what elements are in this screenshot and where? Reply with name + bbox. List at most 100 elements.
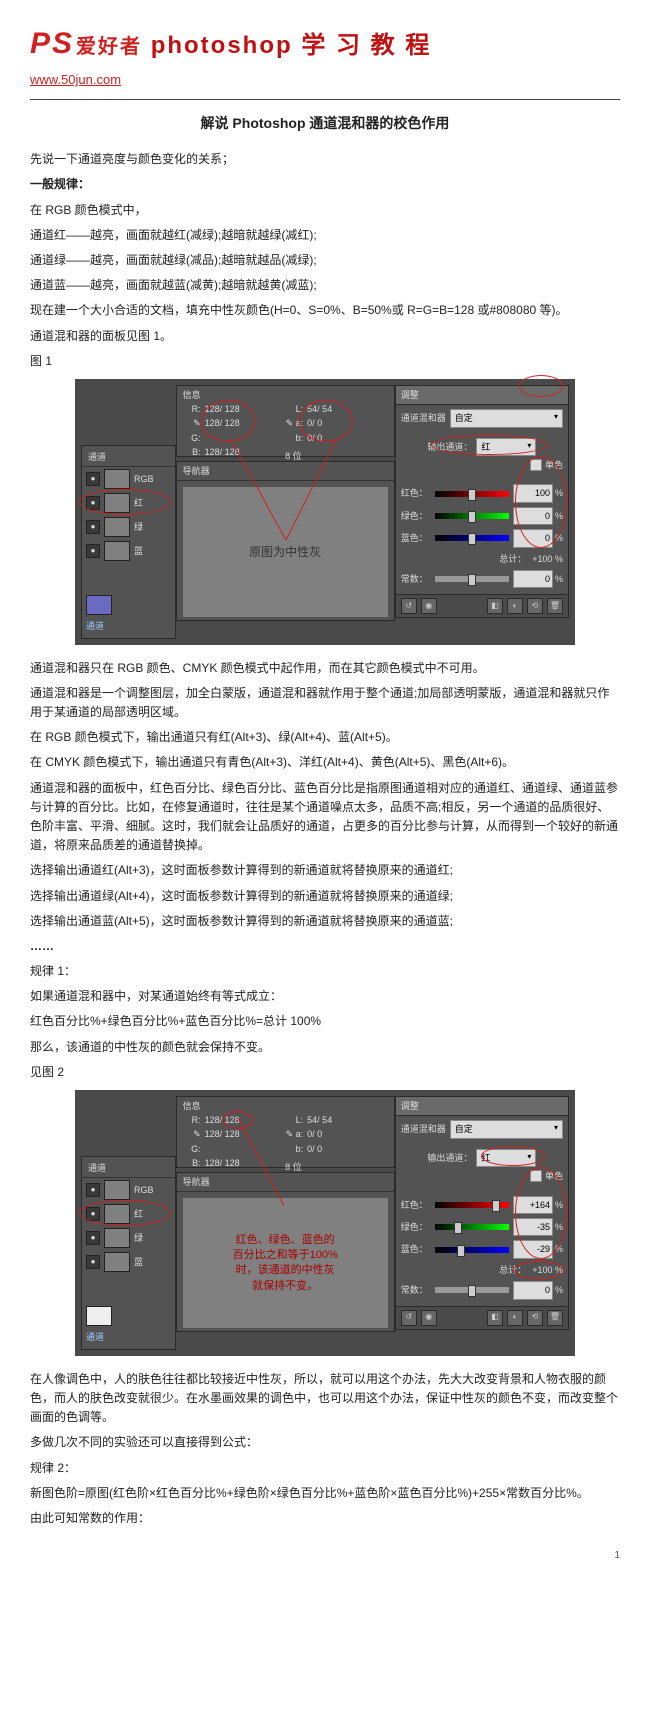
eye-icon[interactable]: ● bbox=[86, 1207, 100, 1221]
prev-icon[interactable]: ◐ bbox=[507, 598, 523, 614]
channel-label-green: 绿 bbox=[134, 520, 143, 534]
body-p5: 通道蓝——越亮，画面就越蓝(减黄);越暗就越黄(减蓝); bbox=[30, 276, 620, 295]
reset2-icon[interactable]: ⟲ bbox=[527, 598, 543, 614]
article-title: 解说 Photoshop 通道混和器的校色作用 bbox=[30, 112, 620, 134]
site-url[interactable]: www.50jun.com bbox=[30, 70, 620, 91]
af1-11: 红色百分比%+绿色百分比%+蓝色百分比%=总计 100% bbox=[30, 1012, 620, 1031]
af1-12: 那么，该通道的中性灰的颜色就会保持不变。 bbox=[30, 1038, 620, 1057]
reset2-icon[interactable]: ⟲ bbox=[527, 1310, 543, 1326]
slider-green[interactable]: 绿色： 0% bbox=[401, 507, 563, 525]
channel-swatch bbox=[104, 469, 130, 489]
info-panel: 信息 R:128/ 128 ✎ G:128/ 128 B:128/ 128 8 … bbox=[176, 1096, 395, 1168]
af1-7: 选择输出通道蓝(Alt+5)，这时面板参数计算得到的新通道就将替换原来的通道蓝; bbox=[30, 912, 620, 931]
af2-1: 多做几次不同的实验还可以直接得到公式： bbox=[30, 1433, 620, 1452]
af1-1: 通道混和器是一个调整图层，加全白蒙版，通道混和器就作用于整个通道;加局部透明蒙版… bbox=[30, 684, 620, 722]
nav-title[interactable]: 导航器 bbox=[177, 462, 394, 481]
slider-blue[interactable]: 蓝色： 0% bbox=[401, 529, 563, 547]
af1-10: 如果通道混和器中，对某通道始终有等式成立： bbox=[30, 987, 620, 1006]
slider-const[interactable]: 常数： 0% bbox=[401, 1281, 563, 1299]
body-p0: 先说一下通道亮度与颜色变化的关系； bbox=[30, 150, 620, 169]
eye-icon[interactable]: ● bbox=[86, 472, 100, 486]
total-value: +100 % bbox=[532, 552, 563, 566]
slider-blue[interactable]: 蓝色： -29% bbox=[401, 1240, 563, 1258]
figure-2: 通道 ● RGB ● 红 ● 绿 ● 蓝 bbox=[75, 1090, 575, 1356]
output-channel-label: 输出通道： bbox=[427, 440, 472, 454]
slider-const[interactable]: 常数： 0% bbox=[401, 570, 563, 588]
channel-swatch bbox=[104, 541, 130, 561]
preset-dropdown[interactable]: 自定 bbox=[450, 409, 563, 427]
channel-swatch bbox=[104, 1228, 130, 1248]
channel-label-red: 红 bbox=[134, 496, 143, 510]
channel-swatch bbox=[104, 493, 130, 513]
delete-icon[interactable]: 🗑 bbox=[547, 1310, 563, 1326]
channel-row-red[interactable]: ● 红 bbox=[82, 491, 175, 515]
nav-text: 原图为中性灰 bbox=[249, 543, 321, 562]
figure-1: 通道 ● RGB ● 红 ● 绿 ● 蓝 bbox=[75, 379, 575, 645]
channel-row-green[interactable]: ● 绿 bbox=[82, 1226, 175, 1250]
blue-value[interactable]: 0 bbox=[513, 529, 553, 547]
channel-swatch bbox=[104, 1180, 130, 1200]
clip-icon[interactable]: ◧ bbox=[487, 598, 503, 614]
body-p8: 图 1 bbox=[30, 352, 620, 371]
eye-icon[interactable]: ● bbox=[86, 1255, 100, 1269]
info-r: 128/ 128 bbox=[205, 402, 240, 416]
navigator-preview: 红色、绿色、蓝色的 百分比之和等于100% 时，该通道的中性灰 就保持不变。 bbox=[183, 1198, 388, 1328]
eye-icon[interactable]: ● bbox=[86, 1183, 100, 1197]
red-value[interactable]: 100 bbox=[513, 484, 553, 502]
channel-row-red[interactable]: ● 红 bbox=[82, 1202, 175, 1226]
channel-row-blue[interactable]: ● 蓝 bbox=[82, 539, 175, 563]
page-number: 1 bbox=[30, 1548, 620, 1564]
green-value[interactable]: 0 bbox=[513, 507, 553, 525]
site-title: PS爱好者 photoshop 学 习 教 程 bbox=[30, 20, 620, 68]
eye-icon[interactable]: ● bbox=[86, 496, 100, 510]
reset-icon[interactable]: ↺ bbox=[401, 598, 417, 614]
navigator-panel: 导航器 红色、绿色、蓝色的 百分比之和等于100% 时，该通道的中性灰 就保持不… bbox=[176, 1172, 395, 1332]
eye-icon[interactable]: ◉ bbox=[421, 598, 437, 614]
output-channel-dropdown[interactable]: 红 bbox=[476, 438, 536, 456]
preset-dropdown[interactable]: 自定 bbox=[450, 1120, 563, 1138]
adj-toolbar: ↺ ◉ ◧ ◐ ⟲ 🗑 bbox=[396, 1306, 568, 1329]
brand-ps: PS bbox=[30, 27, 74, 60]
channel-row-rgb[interactable]: ● RGB bbox=[82, 1178, 175, 1202]
prev-icon[interactable]: ◐ bbox=[507, 1310, 523, 1326]
info-panel: 信息 R:128/ 128 ✎ G:128/ 128 B:128/ 128 8 … bbox=[176, 385, 395, 457]
const-value[interactable]: 0 bbox=[513, 570, 553, 588]
af2-0: 在人像调色中，人的肤色往往都比较接近中性灰，所以，就可以用这个办法，先大大改变背… bbox=[30, 1370, 620, 1428]
slider-green[interactable]: 绿色： -35% bbox=[401, 1218, 563, 1236]
ch-thumb-label: 通道 bbox=[82, 617, 175, 635]
body-p4: 通道绿——越亮，画面就越绿(减品);越暗就越品(减绿); bbox=[30, 251, 620, 270]
eye-icon[interactable]: ● bbox=[86, 520, 100, 534]
info-title[interactable]: 信息 bbox=[183, 388, 201, 402]
channel-swatch bbox=[104, 517, 130, 537]
body-p1: 一般规律： bbox=[30, 175, 620, 194]
navigator-panel: 导航器 原图为中性灰 bbox=[176, 461, 395, 621]
channels-tab[interactable]: 通道 bbox=[82, 448, 175, 467]
output-channel-dropdown[interactable]: 红 bbox=[476, 1149, 536, 1167]
adj-tab[interactable]: 调整 bbox=[396, 386, 568, 405]
af1-6: 选择输出通道绿(Alt+4)，这时面板参数计算得到的新通道就将替换原来的通道绿; bbox=[30, 887, 620, 906]
af2-3: 新图色阶=原图(红色阶×红色百分比%+绿色阶×绿色百分比%+蓝色阶×蓝色百分比%… bbox=[30, 1484, 620, 1503]
reset-icon[interactable]: ↺ bbox=[401, 1310, 417, 1326]
brand-cn: 爱好者 bbox=[76, 36, 142, 58]
info-b2: 0/ 0 bbox=[307, 431, 322, 445]
body-p6: 现在建一个大小合适的文档，填充中性灰颜色(H=0、S=0%、B=50%或 R=G… bbox=[30, 301, 620, 320]
eye-icon[interactable]: ◉ bbox=[421, 1310, 437, 1326]
info-g: 128/ 128 bbox=[205, 416, 240, 445]
monochrome-checkbox[interactable] bbox=[530, 1170, 542, 1182]
channels-tab[interactable]: 通道 bbox=[82, 1159, 175, 1178]
eye-icon[interactable]: ● bbox=[86, 1231, 100, 1245]
delete-icon[interactable]: 🗑 bbox=[547, 598, 563, 614]
channel-row-green[interactable]: ● 绿 bbox=[82, 515, 175, 539]
monochrome-checkbox[interactable] bbox=[530, 459, 542, 471]
clip-icon[interactable]: ◧ bbox=[487, 1310, 503, 1326]
af1-8: …… bbox=[30, 937, 620, 956]
body-p2: 在 RGB 颜色模式中， bbox=[30, 201, 620, 220]
af1-13: 见图 2 bbox=[30, 1063, 620, 1082]
slider-red[interactable]: 红色： +164% bbox=[401, 1196, 563, 1214]
brand-en: photoshop 学 习 教 程 bbox=[151, 32, 432, 59]
eye-icon[interactable]: ● bbox=[86, 544, 100, 558]
channel-row-blue[interactable]: ● 蓝 bbox=[82, 1250, 175, 1274]
channel-row-rgb[interactable]: ● RGB bbox=[82, 467, 175, 491]
slider-red[interactable]: 红色： 100% bbox=[401, 484, 563, 502]
info-title[interactable]: 信息 bbox=[183, 1099, 201, 1113]
